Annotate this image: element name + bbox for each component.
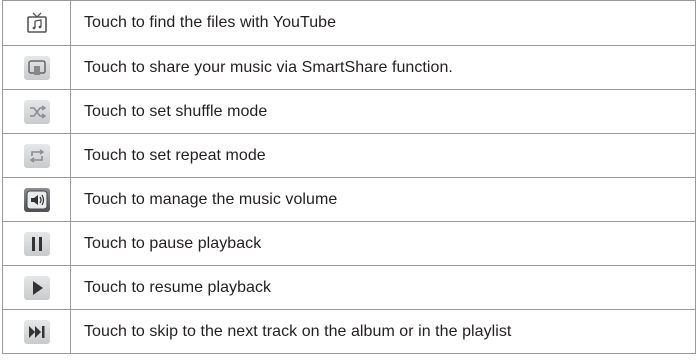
repeat-icon bbox=[23, 143, 50, 168]
icon-cell bbox=[2, 45, 71, 90]
icon-cell bbox=[2, 133, 71, 178]
pause-icon bbox=[23, 231, 50, 256]
icon-cell bbox=[2, 265, 71, 310]
table-row: Touch to pause playback bbox=[2, 221, 696, 266]
table-row: Touch to set shuffle mode bbox=[2, 89, 696, 134]
row-description: Touch to set shuffle mode bbox=[70, 89, 696, 134]
icon-cell bbox=[2, 177, 71, 222]
icon-cell bbox=[2, 309, 71, 354]
table-row: Touch to share your music via SmartShare… bbox=[2, 45, 696, 90]
table-row: Touch to set repeat mode bbox=[2, 133, 696, 178]
row-description: Touch to set repeat mode bbox=[70, 133, 696, 178]
table-row: Touch to resume playback bbox=[2, 265, 696, 310]
table-row: Touch to manage the music volume bbox=[2, 177, 696, 222]
table-row: Touch to find the files with YouTube bbox=[2, 0, 696, 46]
row-description: Touch to manage the music volume bbox=[70, 177, 696, 222]
smartshare-icon bbox=[23, 55, 50, 80]
icon-cell bbox=[2, 221, 71, 266]
icon-cell bbox=[2, 0, 71, 46]
row-description: Touch to find the files with YouTube bbox=[70, 0, 696, 46]
row-description: Touch to skip to the next track on the a… bbox=[70, 309, 696, 354]
shuffle-icon bbox=[23, 99, 50, 124]
youtube-tv-icon bbox=[24, 11, 50, 35]
row-description: Touch to share your music via SmartShare… bbox=[70, 45, 696, 90]
volume-icon bbox=[23, 187, 50, 212]
table-row: Touch to skip to the next track on the a… bbox=[2, 309, 696, 354]
icon-cell bbox=[2, 89, 71, 134]
play-icon bbox=[23, 275, 50, 300]
next-track-icon bbox=[23, 319, 50, 344]
row-description: Touch to pause playback bbox=[70, 221, 696, 266]
row-description: Touch to resume playback bbox=[70, 265, 696, 310]
music-controls-table: Touch to find the files with YouTube Tou… bbox=[2, 0, 696, 354]
